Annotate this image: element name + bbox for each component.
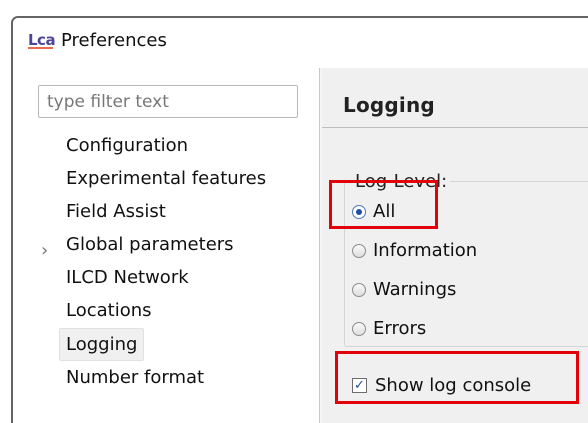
logging-page: Logging Log-Level: All Information Warni… [322, 68, 588, 423]
radio-label-information: Information [373, 240, 478, 261]
radio-unselected-icon[interactable] [352, 244, 366, 258]
radio-unselected-icon[interactable] [352, 322, 366, 336]
preference-tree: Configuration Experimental features › Fi… [13, 129, 319, 423]
radio-label-warnings: Warnings [373, 279, 457, 300]
radio-selected-icon[interactable] [352, 205, 366, 219]
tree-item-logging[interactable]: Logging [59, 328, 145, 361]
screenshot: Lca Preferences Configuration Experiment… [0, 0, 588, 423]
checkbox-icon[interactable]: ✓ [352, 378, 367, 393]
lca-app-icon: Lca [28, 31, 56, 49]
chevron-right-icon[interactable]: › [41, 234, 51, 267]
tree-item-field-assist[interactable]: Field Assist [66, 195, 166, 228]
tree-item-configuration[interactable]: Configuration [66, 129, 188, 162]
tree-item-ilcd-network[interactable]: ILCD Network [66, 261, 189, 294]
tree-item-global-parameters[interactable]: Global parameters [66, 228, 234, 261]
checkmark-icon: ✓ [354, 378, 365, 393]
page-title: Logging [343, 93, 435, 117]
preference-navigation-pane: Configuration Experimental features › Fi… [13, 68, 319, 423]
window-title: Preferences [61, 30, 167, 51]
tree-item-locations[interactable]: Locations [66, 294, 152, 327]
radio-unselected-icon[interactable] [352, 283, 366, 297]
page-header: Logging [322, 68, 588, 128]
show-log-console-label: Show log console [375, 375, 532, 396]
filter-input[interactable] [38, 85, 298, 118]
radio-label-errors: Errors [373, 318, 427, 339]
title-bar: Lca Preferences [13, 18, 588, 68]
radio-label-all: All [373, 201, 396, 222]
preferences-window: Lca Preferences Configuration Experiment… [11, 16, 588, 423]
tree-item-number-format[interactable]: Number format [66, 361, 204, 394]
tree-item-experimental-features[interactable]: Experimental features [66, 162, 266, 195]
log-level-label: Log-Level: [352, 171, 451, 193]
preferences-content: Configuration Experimental features › Fi… [13, 68, 588, 423]
